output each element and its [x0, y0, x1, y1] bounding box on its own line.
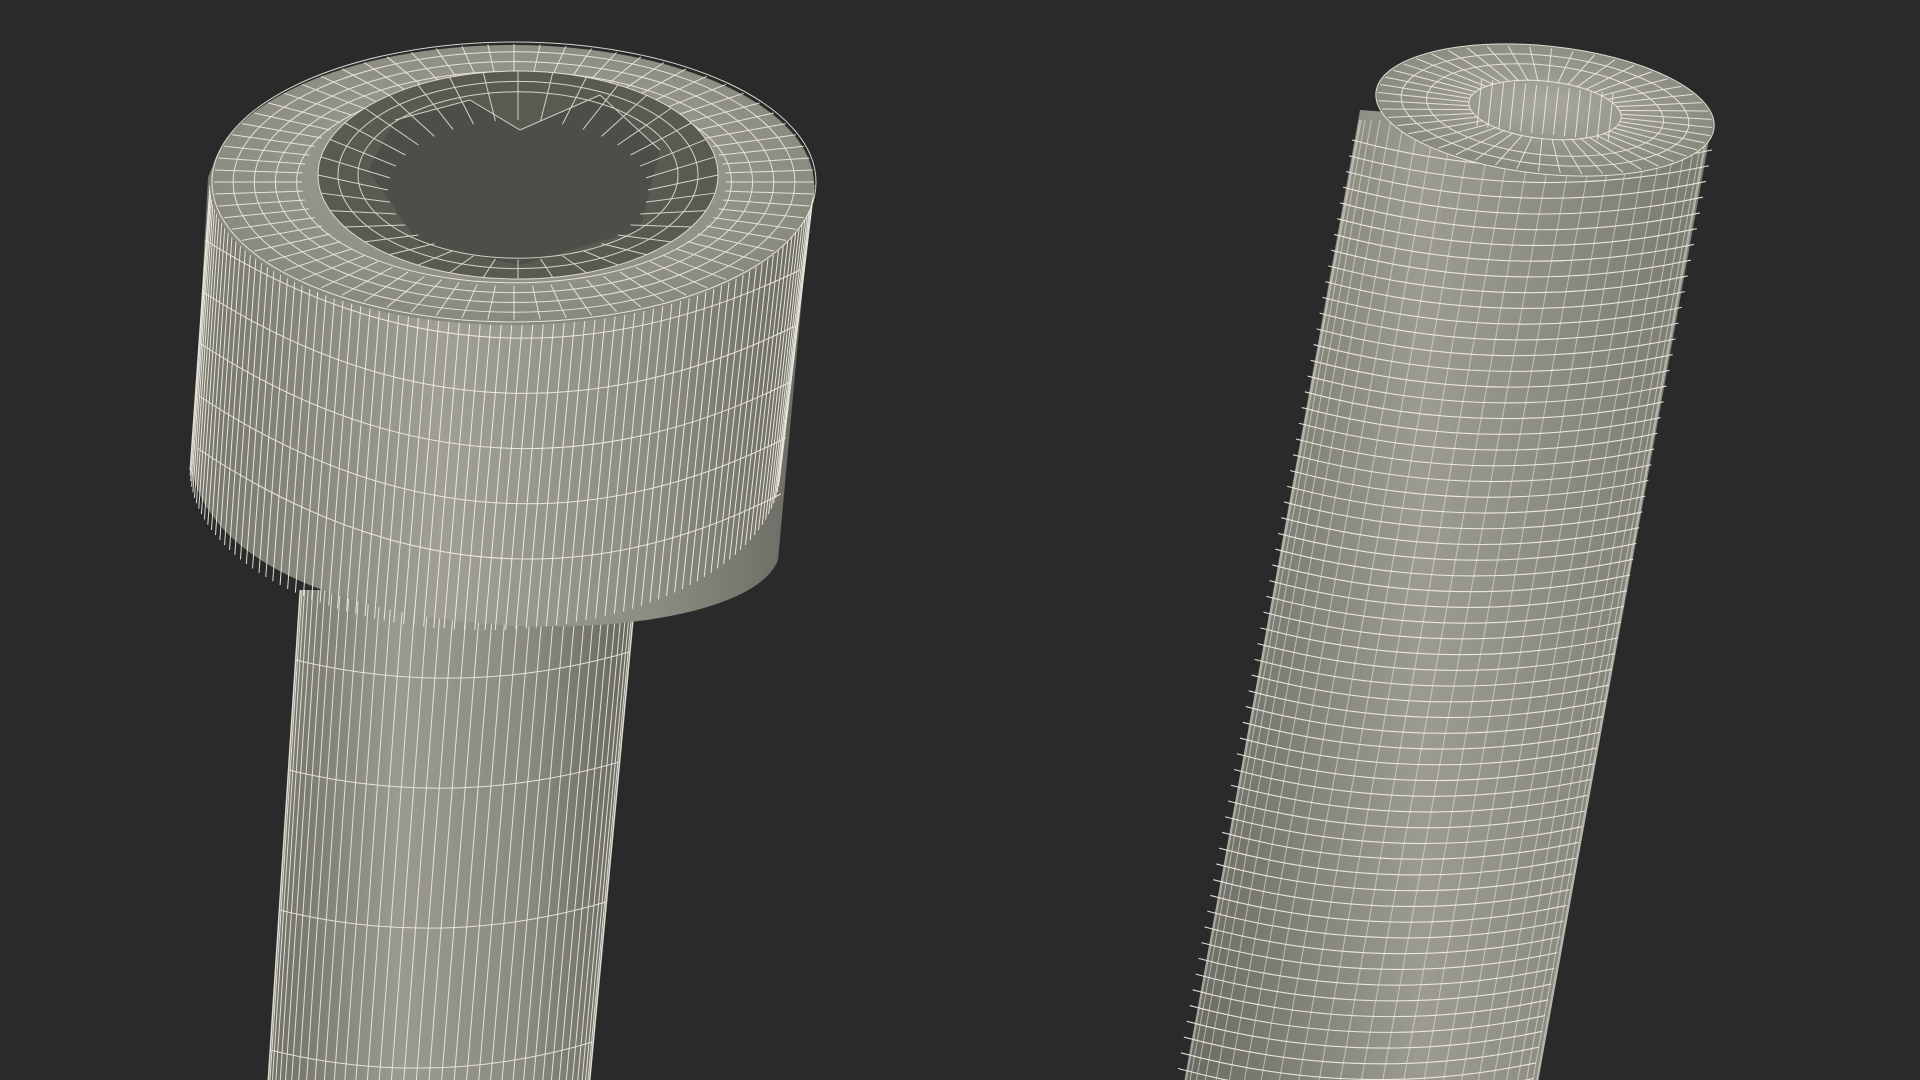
screw-head-closeup: [189, 41, 817, 1080]
wireframe-render-canvas: [189, 41, 1715, 1080]
threaded-shank-closeup: [1177, 43, 1715, 1080]
